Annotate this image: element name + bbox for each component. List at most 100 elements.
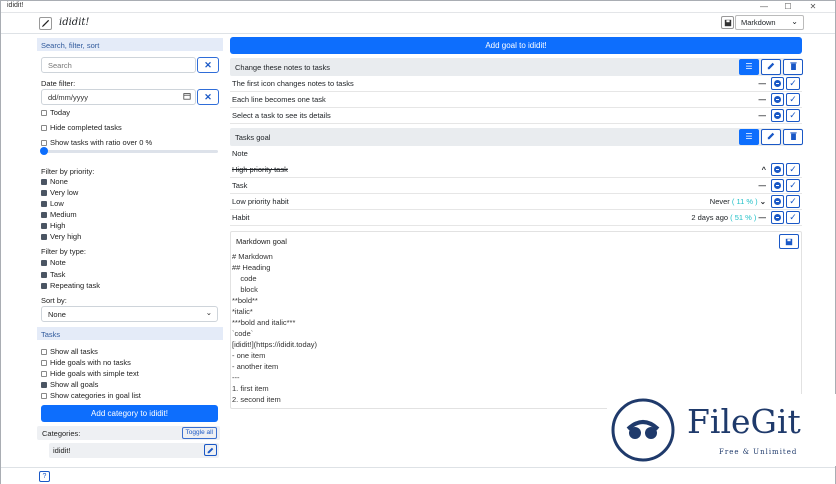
hide-completed-checkbox[interactable]: Hide completed tasks [41,123,122,132]
priority-icon[interactable]: — [759,213,767,222]
check-icon[interactable]: ✓ [786,77,800,90]
ratio-slider[interactable] [41,150,218,153]
calendar-icon[interactable] [183,92,191,102]
checkbox[interactable] [41,234,47,240]
chevron-down-icon: ⌄ [791,17,798,26]
trash-icon[interactable] [783,59,803,75]
markdown-line: block [232,285,258,294]
stop-icon[interactable] [771,163,784,176]
priority-icon[interactable]: — [759,111,767,120]
priority-icon[interactable]: — [759,79,767,88]
checkbox[interactable] [41,190,47,196]
stop-icon[interactable] [771,179,784,192]
task-row[interactable]: The first icon changes notes to tasks — ✓ [230,76,802,92]
list-icon[interactable]: ☰ [739,59,759,75]
checkbox[interactable] [41,349,47,355]
markdown-goal[interactable]: Markdown goal [230,231,802,409]
priority-icon[interactable]: ^ [762,165,766,174]
checkbox[interactable] [41,179,47,185]
date-input[interactable]: dd/mm/yyyy [41,89,196,105]
add-goal-button[interactable]: Add goal to ididit! [230,37,802,54]
stop-icon[interactable] [771,109,784,122]
task-row[interactable]: Task — ✓ [230,178,802,194]
check-icon[interactable]: ✓ [786,109,800,122]
checkbox[interactable] [41,212,47,218]
minimize-button[interactable]: — [753,1,775,13]
task-row[interactable]: High priority task ^ ✓ [230,162,802,178]
priority-icon[interactable]: — [759,181,767,190]
checkbox-item[interactable]: None [41,177,68,186]
maximize-button[interactable]: ☐ [777,1,799,13]
task-meta: — [759,79,767,88]
checkbox-item[interactable]: Repeating task [41,281,100,290]
task-meta: Never ( 11 % ) ⌄ [710,197,766,206]
checkbox[interactable] [41,271,47,278]
task-row[interactable]: Select a task to see its details — ✓ [230,108,802,124]
checkbox[interactable] [41,201,47,207]
checkbox[interactable] [41,360,47,366]
task-text: The first icon changes notes to tasks [232,79,354,88]
today-checkbox[interactable]: Today [41,108,70,117]
checkbox[interactable] [41,223,47,229]
ratio-slider-handle[interactable] [40,147,48,155]
stop-icon[interactable] [771,93,784,106]
check-icon[interactable]: ✓ [786,163,800,176]
priority-icon[interactable]: — [759,95,767,104]
trash-icon[interactable] [783,129,803,145]
checkbox-label: High [50,221,66,230]
checkbox[interactable] [41,382,47,388]
add-category-button[interactable]: Add category to ididit! [41,405,218,422]
priority-icon[interactable]: ⌄ [760,197,766,206]
save-icon[interactable] [721,16,734,29]
task-row[interactable]: Low priority habit Never ( 11 % ) ⌄ ✓ [230,194,802,210]
checkbox[interactable] [41,260,47,266]
goal-note[interactable]: Note [230,146,802,162]
category-item[interactable]: ididit! [49,443,219,458]
edit-icon[interactable] [204,444,217,456]
check-icon[interactable]: ✓ [786,211,800,224]
checkbox-item[interactable]: Hide goals with no tasks [41,358,131,367]
checkbox-item[interactable]: Show all goals [41,380,98,389]
checkbox-item[interactable]: High [41,221,65,230]
sort-label: Sort by: [41,296,67,305]
stop-icon[interactable] [771,77,784,90]
wrench-icon[interactable] [39,17,52,30]
checkbox-item[interactable]: Hide goals with simple text [41,369,139,378]
checkbox-item[interactable]: Task [41,270,65,279]
sort-select[interactable]: None ⌄ [41,306,218,322]
stop-dot [774,96,781,103]
checkbox[interactable] [41,371,47,377]
stop-icon[interactable] [771,195,784,208]
markdown-line: code [232,274,257,283]
checkbox-item[interactable]: Medium [41,210,77,219]
save-icon[interactable] [779,234,799,249]
checkbox-item[interactable]: Show all tasks [41,347,98,356]
edit-icon[interactable] [761,59,781,75]
clear-date-button[interactable]: ✕ [197,89,219,105]
checkbox[interactable] [41,283,47,289]
help-icon[interactable]: ? [39,471,50,482]
check-icon[interactable]: ✓ [786,179,800,192]
stop-icon[interactable] [771,211,784,224]
toggle-all-button[interactable]: Toggle all [181,427,217,439]
task-text: Habit [232,213,250,222]
checkbox-item[interactable]: Very high [41,232,81,241]
search-input[interactable]: Search [41,57,196,73]
checkbox-item[interactable]: Note [41,258,66,267]
checkbox[interactable] [41,393,47,399]
ratio-checkbox[interactable]: Show tasks with ratio over 0 % [41,138,152,147]
check-icon[interactable]: ✓ [786,195,800,208]
checkbox-item[interactable]: Low [41,199,64,208]
close-window-button[interactable]: ✕ [802,1,824,13]
check-icon[interactable]: ✓ [786,93,800,106]
format-select[interactable]: Markdown ⌄ [735,15,804,30]
list-icon[interactable]: ☰ [739,129,759,145]
checkbox-item[interactable]: Show categories in goal list [41,391,141,400]
task-row[interactable]: Each line becomes one task — ✓ [230,92,802,108]
checkbox-item[interactable]: Very low [41,188,78,197]
task-row[interactable]: Habit 2 days ago ( 51 % ) — ✓ [230,210,802,226]
edit-icon[interactable] [761,129,781,145]
clear-search-button[interactable]: ✕ [197,57,219,73]
watermark-tagline: Free & Unlimited [719,448,798,456]
app-title: ididit! [59,17,90,28]
